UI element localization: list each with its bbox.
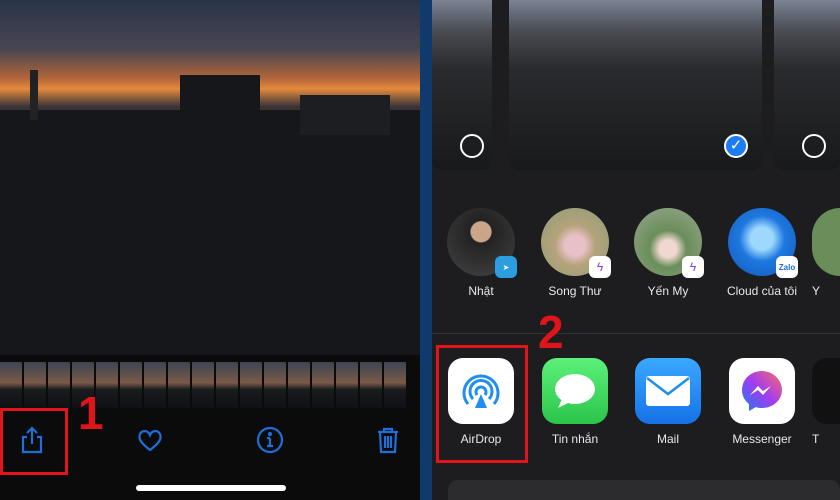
highlight-share <box>0 408 68 475</box>
messenger-icon: ϟ <box>589 256 611 278</box>
step-1-label: 1 <box>78 387 104 439</box>
contact-cloud[interactable]: Zalo Cloud của tôi <box>722 208 802 298</box>
app-label: Messenger <box>732 432 792 446</box>
highlight-airdrop <box>436 345 528 463</box>
checkmark-icon[interactable]: ✓ <box>724 134 748 158</box>
messages-icon <box>542 358 608 424</box>
photo-thumb-selected[interactable]: ✓ <box>509 0 762 170</box>
contact-name: Song Thư <box>548 284 602 298</box>
app-icon <box>812 358 840 424</box>
separator <box>432 333 840 334</box>
app-label: Tin nhắn <box>551 432 599 446</box>
photo-thumb[interactable] <box>432 0 492 170</box>
app-partial[interactable]: T <box>812 358 840 446</box>
select-radio[interactable] <box>802 134 826 158</box>
avatar: Zalo <box>728 208 798 278</box>
avatar: ϟ <box>634 208 704 278</box>
contact-yen-my[interactable]: ϟ Yến My <box>628 208 708 298</box>
app-messenger[interactable]: Messenger <box>722 358 802 446</box>
contact-name: Y <box>812 284 821 298</box>
telegram-icon: ➤ <box>495 256 517 278</box>
photo-thumb[interactable] <box>774 0 840 170</box>
photo <box>0 0 420 355</box>
app-messages[interactable]: Tin nhắn <box>535 358 615 446</box>
home-indicator <box>136 485 286 491</box>
contact-partial[interactable]: Y <box>812 208 840 298</box>
select-radio[interactable] <box>460 134 484 158</box>
share-sheet: ✓ ➤ Nhật ϟ Song Thư ϟ Yến My Zalo Cloud … <box>432 0 840 500</box>
zalo-icon: Zalo <box>776 256 798 278</box>
heart-icon[interactable] <box>135 425 165 455</box>
contact-song-thu[interactable]: ϟ Song Thư <box>535 208 615 298</box>
avatar: ➤ <box>447 208 517 278</box>
mail-icon <box>635 358 701 424</box>
actions-list[interactable] <box>448 480 840 500</box>
messenger-icon <box>729 358 795 424</box>
avatar <box>812 208 840 276</box>
step-2-label: 2 <box>538 306 564 358</box>
contact-name: Cloud của tôi <box>726 284 798 298</box>
contact-name: Nhật <box>468 284 494 298</box>
contact-name: Yến My <box>647 284 689 298</box>
app-label: T <box>812 432 820 446</box>
app-label: Mail <box>656 432 679 446</box>
messenger-icon: ϟ <box>682 256 704 278</box>
trash-icon[interactable] <box>373 425 403 455</box>
divider <box>420 0 432 500</box>
contact-nhat[interactable]: ➤ Nhật <box>441 208 521 298</box>
app-mail[interactable]: Mail <box>628 358 708 446</box>
info-icon[interactable] <box>255 425 285 455</box>
thumbnail-strip[interactable] <box>0 362 420 408</box>
avatar: ϟ <box>541 208 611 278</box>
photos-viewer: 1 <box>0 0 420 500</box>
